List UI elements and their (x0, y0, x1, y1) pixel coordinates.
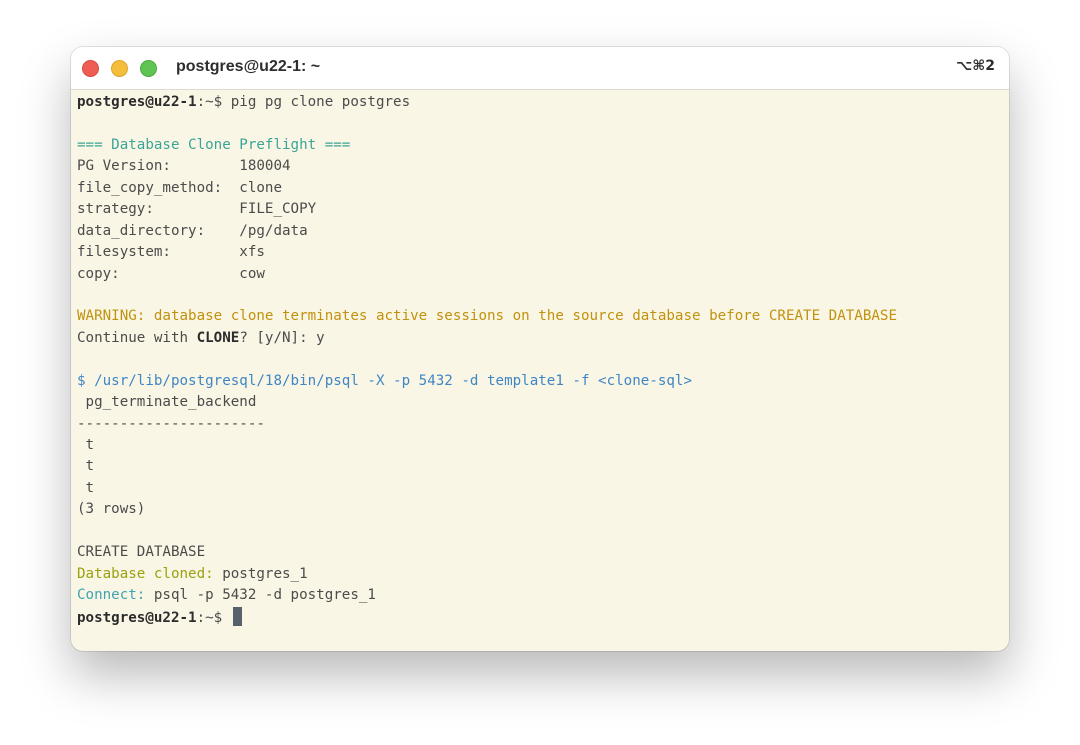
result-row: t (77, 437, 95, 453)
warning-message: WARNING: database clone terminates activ… (77, 308, 897, 325)
result-row: t (77, 479, 95, 496)
row-count: (3 rows) (77, 501, 146, 518)
prompt-line: postgres@u22-1:~$ (77, 606, 1003, 628)
preflight-row: strategy: FILE_COPY (77, 199, 1003, 220)
preflight-value: xfs (239, 244, 265, 261)
preflight-value: clone (239, 179, 283, 196)
prompt-line: postgres@u22-1:~$ pig pg clone postgres (77, 92, 1003, 113)
terminal-output[interactable]: postgres@u22-1:~$ pig pg clone postgres … (77, 92, 1003, 651)
preflight-key: PG Version: (77, 158, 240, 175)
preflight-key: data_directory: (77, 222, 240, 239)
window-shortcut: ⌥⌘2 (956, 58, 995, 74)
preflight-value: cow (239, 265, 265, 282)
preflight-header: === Database Clone Preflight === (77, 136, 351, 153)
column-header: pg_terminate_backend (77, 394, 257, 411)
preflight-value: 180004 (239, 158, 291, 175)
confirm-keyword: CLONE (196, 329, 240, 346)
confirm-prefix: Continue with (77, 329, 197, 346)
preflight-value: FILE_COPY (239, 201, 317, 218)
prompt-path: :~$ (196, 94, 223, 110)
connect-value: psql -p 5432 -d postgres_1 (145, 587, 376, 604)
preflight-row: data_directory: /pg/data (77, 221, 1003, 242)
preflight-key: file_copy_method: (77, 179, 240, 196)
cloned-value: postgres_1 (213, 565, 308, 582)
cloned-line: Database cloned: postgres_1 (77, 564, 1003, 585)
terminal-window: postgres@u22-1: ~ ⌥⌘2 postgres@u22-1:~$ … (71, 47, 1009, 651)
create-result: CREATE DATABASE (77, 544, 206, 561)
close-button[interactable] (82, 60, 99, 77)
zoom-button[interactable] (140, 60, 157, 77)
connect-label: Connect: (77, 587, 146, 604)
minimize-button[interactable] (111, 60, 128, 77)
command-text: pig pg clone postgres (222, 94, 411, 110)
prompt-user: postgres@u22-1 (77, 609, 197, 626)
title-bar[interactable]: postgres@u22-1: ~ ⌥⌘2 (71, 47, 1009, 90)
preflight-row: filesystem: xfs (77, 242, 1003, 263)
preflight-row: copy: cow (77, 264, 1003, 285)
preflight-key: strategy: (77, 201, 240, 218)
psql-command: $ /usr/lib/postgresql/18/bin/psql -X -p … (77, 372, 692, 389)
confirm-suffix: ? [y/N]: y (239, 329, 325, 346)
prompt-path: :~$ (196, 609, 223, 626)
prompt-user: postgres@u22-1 (77, 94, 197, 110)
preflight-row: PG Version: 180004 (77, 156, 1003, 177)
window-title: postgres@u22-1: ~ (176, 58, 321, 75)
preflight-row: file_copy_method: clone (77, 178, 1003, 199)
confirm-line: Continue with CLONE? [y/N]: y (77, 328, 1003, 349)
cloned-label: Database cloned: (77, 565, 214, 582)
preflight-value: /pg/data (239, 222, 308, 239)
column-separator: ---------------------- (77, 415, 265, 432)
result-row: t (77, 458, 95, 475)
preflight-key: copy: (77, 265, 240, 282)
preflight-key: filesystem: (77, 244, 240, 261)
connect-line: Connect: psql -p 5432 -d postgres_1 (77, 585, 1003, 606)
text-cursor (232, 606, 242, 626)
